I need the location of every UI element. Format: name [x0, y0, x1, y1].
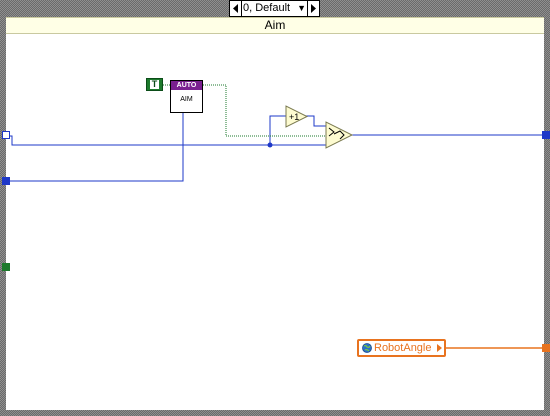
output-tunnel-global[interactable] — [542, 344, 550, 352]
wire-junction — [267, 142, 273, 148]
true-constant[interactable]: T — [146, 78, 163, 91]
globe-icon — [362, 343, 372, 353]
true-constant-label: T — [150, 79, 159, 89]
numeric-wire[interactable] — [6, 135, 330, 146]
subvi-banner: AUTO — [171, 81, 202, 90]
right-triangle-icon — [437, 344, 442, 352]
output-tunnel-numeric[interactable] — [542, 131, 550, 139]
input-tunnel-numeric[interactable] — [2, 177, 10, 185]
wires-layer: +1 — [6, 84, 542, 349]
robot-angle-global-variable[interactable]: RobotAngle — [357, 339, 446, 357]
increment-label: +1 — [289, 112, 299, 122]
auto-aim-subvi[interactable]: AUTO AIM — [170, 80, 203, 113]
numeric-wire[interactable] — [306, 115, 326, 127]
boolean-wire[interactable] — [203, 84, 328, 137]
increment-node[interactable]: +1 — [285, 105, 309, 128]
numeric-wire[interactable] — [6, 113, 184, 182]
global-variable-label: RobotAngle — [374, 342, 432, 354]
numeric-wire[interactable] — [269, 115, 286, 145]
select-node[interactable] — [325, 121, 354, 149]
subvi-name: AIM — [180, 96, 193, 103]
input-tunnel-boolean[interactable] — [2, 263, 10, 271]
input-tunnel-numeric[interactable] — [2, 131, 10, 139]
block-diagram: 0, Default ▼ Aim +1 T AUTO AIM RobotAngl… — [0, 0, 550, 416]
